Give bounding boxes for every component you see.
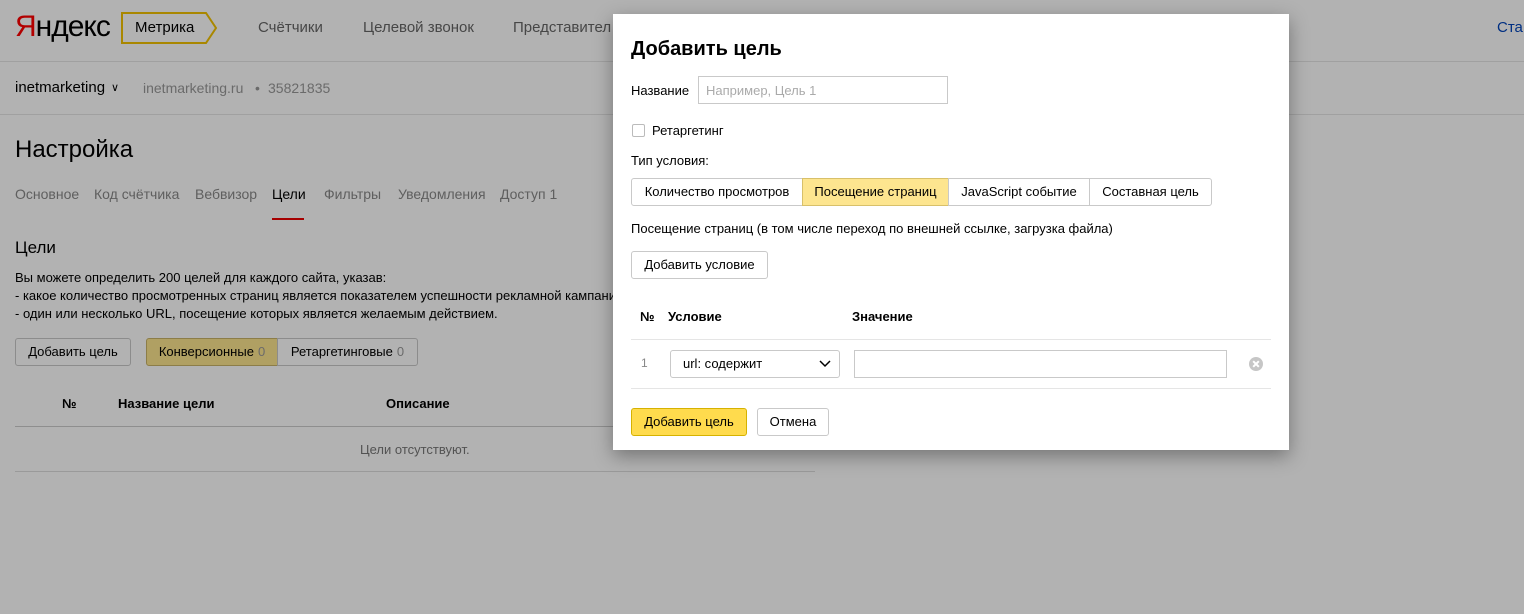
conditions-col-value: Значение bbox=[852, 309, 913, 324]
conditions-header-divider bbox=[631, 339, 1271, 340]
conditions-col-condition: Условие bbox=[668, 309, 722, 324]
condition-row-number: 1 bbox=[641, 356, 648, 370]
conditions-row-divider bbox=[631, 388, 1271, 389]
retargeting-checkbox[interactable] bbox=[632, 124, 645, 137]
submit-add-goal-button[interactable]: Добавить цель bbox=[631, 408, 747, 436]
dialog-title: Добавить цель bbox=[631, 38, 782, 60]
condition-type-views[interactable]: Количество просмотров bbox=[631, 178, 803, 206]
chevron-down-icon bbox=[819, 360, 831, 368]
condition-value-input[interactable] bbox=[854, 350, 1227, 378]
condition-type-js-event[interactable]: JavaScript событие bbox=[948, 178, 1090, 206]
condition-type-label: Тип условия: bbox=[631, 153, 709, 168]
condition-description: Посещение страниц (в том числе переход п… bbox=[631, 221, 1113, 236]
goal-name-input[interactable] bbox=[698, 76, 948, 104]
retargeting-label: Ретаргетинг bbox=[652, 123, 724, 138]
condition-type-page-visit[interactable]: Посещение страниц bbox=[802, 178, 949, 206]
condition-select[interactable]: url: содержит bbox=[670, 350, 840, 378]
condition-type-composite[interactable]: Составная цель bbox=[1089, 178, 1212, 206]
remove-condition-icon[interactable] bbox=[1249, 357, 1263, 371]
conditions-col-num: № bbox=[640, 309, 655, 324]
goal-name-label: Название bbox=[631, 83, 690, 98]
add-goal-dialog: Добавить цель Название Ретаргетинг Тип у… bbox=[613, 14, 1289, 450]
cancel-button[interactable]: Отмена bbox=[757, 408, 829, 436]
add-condition-button[interactable]: Добавить условие bbox=[631, 251, 768, 279]
